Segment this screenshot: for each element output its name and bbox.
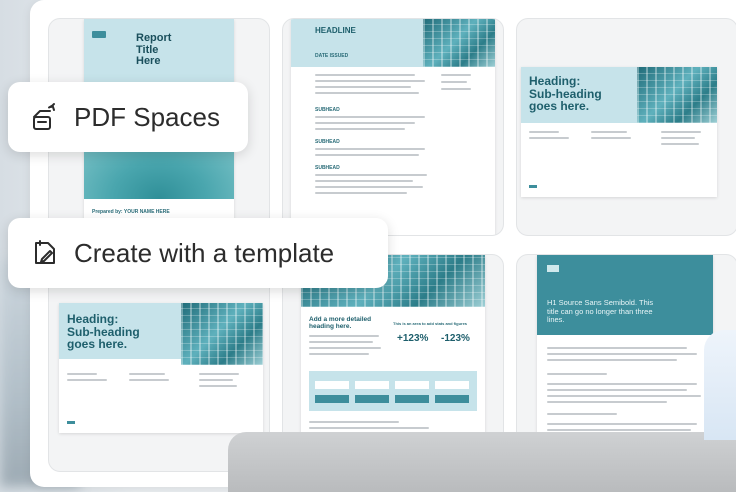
stats-value-2: -123% <box>441 333 470 344</box>
stats-value-1: +123% <box>397 333 429 344</box>
headline-subhead: DATE ISSUED <box>315 53 349 59</box>
template-preview-heading-bottom: Heading: Sub-heading goes here. <box>59 303 263 433</box>
report-title: Report Title Here <box>136 32 172 68</box>
template-preview-headline: HEADLINE DATE ISSUED SUBHEAD SUBHEAD SUB… <box>291 19 495 235</box>
headline-section2: SUBHEAD <box>315 139 340 145</box>
heading-bottom-line3: goes here. <box>67 337 128 352</box>
report-logo <box>92 31 106 38</box>
create-template-chip[interactable]: Create with a template <box>8 218 388 288</box>
pdf-spaces-icon <box>28 101 60 133</box>
stats-side-heading: This is an area to add stats and figures <box>393 321 468 326</box>
headline-section3: SUBHEAD <box>315 165 340 171</box>
report-prepared-by: Prepared by: YOUR NAME HERE <box>92 209 170 215</box>
headline-title: HEADLINE <box>315 26 356 35</box>
laptop-foreground <box>228 432 736 492</box>
heading-top-line1: Heading: <box>529 74 581 88</box>
heading-top-line3: goes here. <box>529 99 590 114</box>
heading-top-photo <box>637 67 717 123</box>
h1-logo <box>547 265 559 272</box>
heading-bottom-photo <box>181 303 263 365</box>
h1-title-line3: lines. <box>547 315 565 325</box>
template-icon <box>28 237 60 269</box>
headline-photo <box>423 19 495 67</box>
create-template-label: Create with a template <box>74 237 335 268</box>
template-card-headline[interactable]: HEADLINE DATE ISSUED SUBHEAD SUBHEAD SUB… <box>282 18 504 236</box>
template-card-heading-top[interactable]: Heading: Sub-heading goes here. <box>516 18 736 236</box>
stats-heading: Add a more detailed heading here. <box>309 316 371 331</box>
pdf-spaces-label: PDF Spaces <box>74 101 220 132</box>
heading-bottom-line1: Heading: <box>67 312 119 326</box>
headline-section1: SUBHEAD <box>315 107 340 113</box>
h1-title: H1 Source Sans Semibold. This title can … <box>547 298 653 325</box>
heading-bottom-title: Heading: Sub-heading goes here. <box>67 313 140 351</box>
person-foreground <box>704 330 736 440</box>
template-preview-heading-top: Heading: Sub-heading goes here. <box>521 67 717 197</box>
stats-heading-line2: heading here. <box>309 322 352 330</box>
report-title-line3: Here <box>136 55 161 68</box>
pdf-spaces-chip[interactable]: PDF Spaces <box>8 82 248 152</box>
heading-top-title: Heading: Sub-heading goes here. <box>529 75 602 113</box>
report-title-line1: Report <box>136 32 172 44</box>
